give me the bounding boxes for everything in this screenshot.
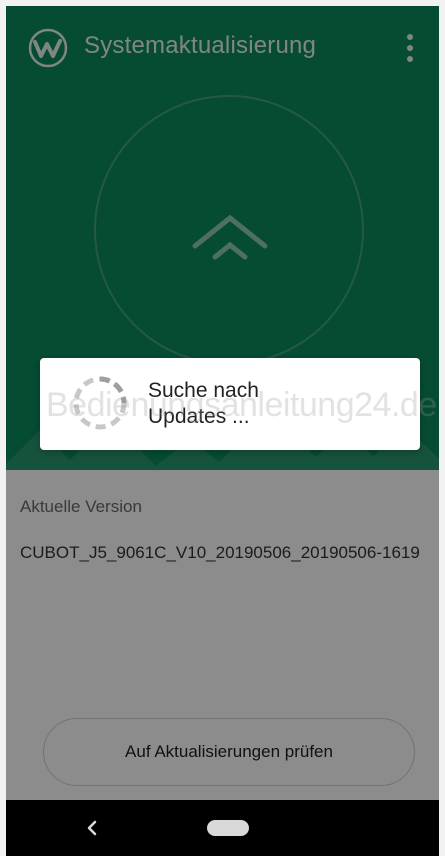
loading-spinner-icon (73, 376, 127, 430)
screen: Systemaktualisierung Aktuelle Version CU… (0, 0, 445, 856)
progress-message: Suche nach Updates ... (148, 378, 259, 430)
progress-message-line1: Suche nach (148, 379, 259, 402)
home-pill-icon[interactable] (207, 820, 249, 836)
progress-message-line2: Updates ... (148, 405, 250, 428)
system-nav-bar (0, 800, 445, 856)
progress-dialog: Suche nach Updates ... (40, 358, 420, 450)
back-icon[interactable] (82, 818, 102, 838)
